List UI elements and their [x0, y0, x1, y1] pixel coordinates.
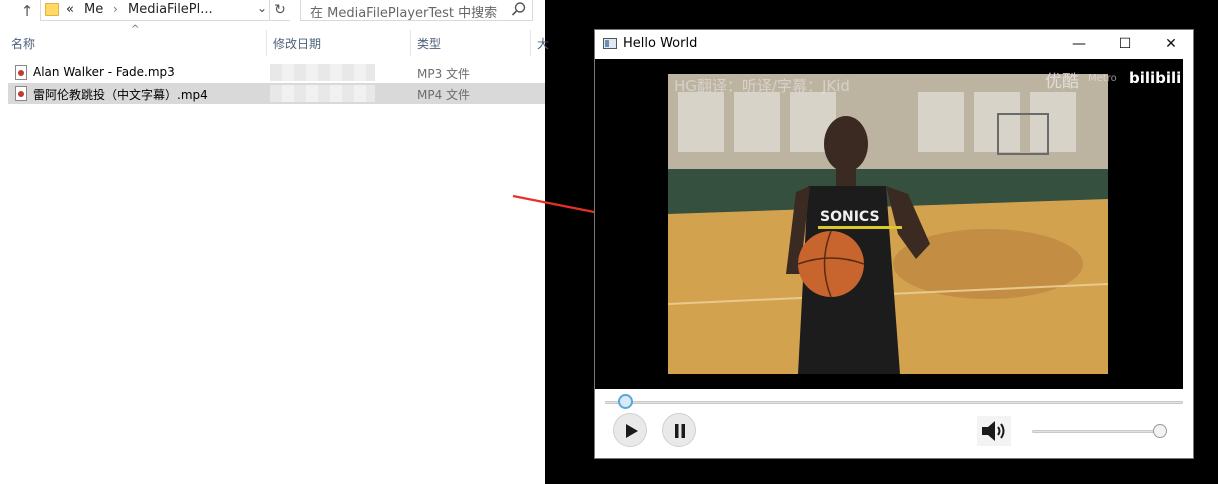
pause-button[interactable]	[662, 413, 696, 447]
jersey-text: SONICS	[820, 209, 880, 225]
file-date-redacted	[270, 64, 375, 81]
column-header-type[interactable]: 类型	[417, 35, 441, 52]
video-frame: SONICS HG翻译：听译/字幕：JKid	[668, 74, 1108, 374]
file-explorer-window: ↑ « Me › MediaFilePl... ⌄ ↻ 在 MediaFileP…	[0, 0, 549, 484]
bilibili-logo: bilibili	[1129, 69, 1182, 87]
folder-icon	[45, 3, 59, 16]
play-icon	[626, 424, 638, 438]
app-icon	[603, 38, 617, 49]
search-icon[interactable]	[511, 1, 527, 17]
column-divider[interactable]	[410, 30, 411, 56]
chevron-down-icon[interactable]: ⌄	[257, 1, 267, 15]
volume-slider-thumb[interactable]	[1153, 424, 1167, 438]
file-date-redacted	[270, 85, 375, 102]
volume-slider-track[interactable]	[1032, 430, 1162, 433]
column-header-name[interactable]: 名称	[11, 35, 35, 52]
column-header-size[interactable]: 大	[537, 35, 549, 52]
search-placeholder: 在 MediaFilePlayerTest 中搜索	[310, 6, 498, 21]
video-content-image: SONICS	[668, 74, 1108, 374]
subtitle-overlay: HG翻译：听译/字幕：JKid	[674, 77, 850, 95]
file-type: MP4 文件	[417, 88, 471, 102]
breadcrumb-item-current[interactable]: MediaFilePl...	[128, 2, 213, 17]
address-bar[interactable]: « Me › MediaFilePl... ⌄	[40, 0, 270, 21]
search-input[interactable]: 在 MediaFilePlayerTest 中搜索	[300, 0, 533, 21]
column-divider[interactable]	[266, 30, 267, 56]
column-divider[interactable]	[530, 30, 531, 56]
refresh-icon[interactable]: ↻	[270, 0, 290, 21]
seek-slider-track[interactable]	[605, 401, 1183, 404]
pause-icon	[675, 424, 685, 438]
media-player-window: Hello World — ☐ ✕ SONICS HG翻译：听译/字幕：JKid…	[594, 29, 1194, 459]
file-row-selected[interactable]: 雷阿伦教跳投（中文字幕）.mp4 MP4 文件	[8, 83, 545, 104]
speaker-volume-icon	[982, 421, 1005, 441]
breadcrumb-item-me[interactable]: Me	[84, 2, 103, 17]
file-row[interactable]: Alan Walker - Fade.mp3 MP3 文件	[8, 62, 545, 83]
up-arrow-icon[interactable]: ↑	[18, 2, 36, 20]
file-type: MP3 文件	[417, 67, 471, 81]
metro-watermark: Metro	[1088, 73, 1117, 84]
seek-slider-thumb[interactable]	[618, 394, 633, 409]
breadcrumb-separator-icon: ›	[113, 2, 118, 16]
youku-logo: 优酷	[1045, 72, 1079, 92]
title-bar[interactable]: Hello World — ☐ ✕	[595, 30, 1193, 58]
breadcrumb-overflow[interactable]: «	[66, 2, 74, 17]
volume-button[interactable]	[977, 416, 1011, 446]
video-viewport[interactable]: SONICS HG翻译：听译/字幕：JKid 优酷 Metro bilibili	[595, 59, 1183, 389]
maximize-button[interactable]: ☐	[1102, 30, 1148, 58]
column-header-date[interactable]: 修改日期	[273, 35, 321, 52]
media-file-icon	[15, 65, 27, 80]
minimize-button[interactable]: —	[1056, 30, 1102, 58]
play-button[interactable]	[613, 413, 647, 447]
address-row: ↑ « Me › MediaFilePl... ⌄ ↻ 在 MediaFileP…	[0, 0, 545, 22]
file-name: 雷阿伦教跳投（中文字幕）.mp4	[33, 88, 208, 102]
window-title: Hello World	[623, 36, 698, 51]
media-file-icon	[15, 86, 27, 101]
sort-ascending-icon: ^	[131, 24, 140, 35]
file-name: Alan Walker - Fade.mp3	[33, 65, 175, 79]
close-button[interactable]: ✕	[1148, 30, 1194, 58]
